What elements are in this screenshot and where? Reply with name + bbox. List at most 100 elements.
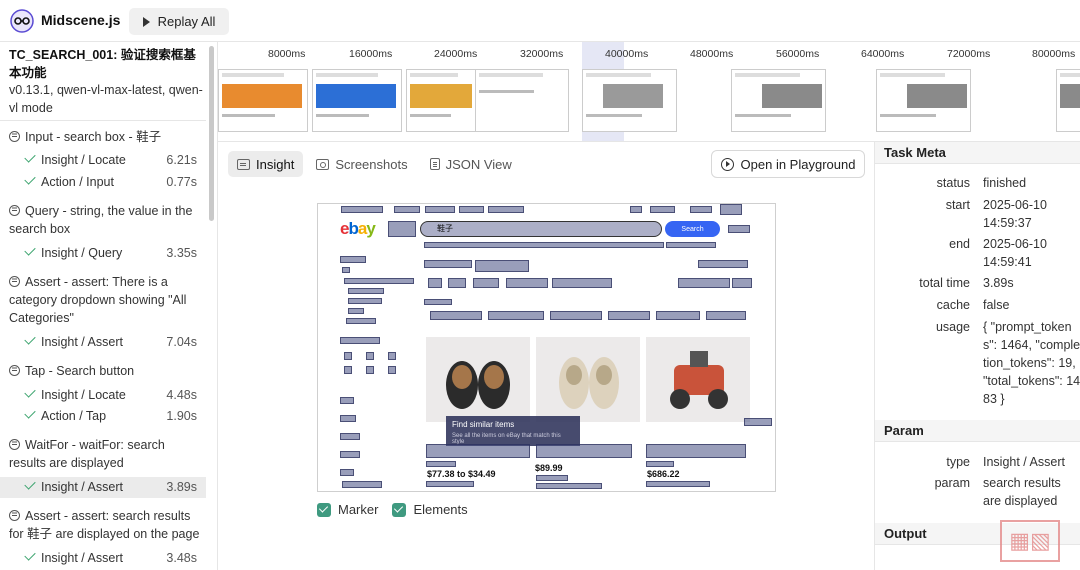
product-image[interactable]	[646, 337, 750, 422]
element-marker[interactable]	[473, 278, 499, 288]
element-marker[interactable]	[646, 461, 674, 467]
element-marker[interactable]	[550, 311, 602, 320]
element-marker[interactable]	[488, 311, 544, 320]
element-marker[interactable]	[342, 267, 350, 273]
element-marker[interactable]	[366, 352, 374, 360]
element-marker[interactable]	[366, 366, 374, 374]
element-marker[interactable]	[650, 206, 675, 213]
elements-checkbox[interactable]: Elements	[392, 502, 468, 517]
element-marker[interactable]	[646, 481, 710, 487]
element-marker[interactable]	[728, 225, 750, 233]
replay-all-button[interactable]: Replay All	[129, 8, 229, 35]
element-marker[interactable]	[720, 204, 742, 215]
element-marker[interactable]	[426, 461, 456, 467]
task-item[interactable]: Assert - assert: search results for 鞋子 a…	[9, 507, 205, 543]
task-item[interactable]: Tap - Search button	[9, 362, 205, 380]
element-marker[interactable]	[340, 397, 354, 404]
element-marker[interactable]	[340, 337, 380, 344]
element-marker[interactable]	[425, 206, 455, 213]
element-marker[interactable]	[342, 481, 382, 488]
element-marker[interactable]	[506, 278, 548, 288]
subtask-item[interactable]: Insight / Assert 7.04s	[0, 332, 206, 353]
product-image[interactable]	[536, 337, 640, 422]
app-name: Midscene.js	[41, 12, 121, 28]
timeline-frame[interactable]	[731, 69, 826, 132]
task-item[interactable]: Input - search box - 鞋子	[9, 128, 205, 146]
timeline-frame[interactable]	[1056, 69, 1080, 132]
subtask-item[interactable]: Action / Input 0.77s	[0, 172, 206, 193]
element-marker[interactable]	[346, 318, 376, 324]
element-marker[interactable]	[744, 418, 772, 426]
element-marker[interactable]	[536, 444, 632, 458]
timeline-frame[interactable]	[406, 69, 476, 132]
subtask-item[interactable]: Insight / Query 3.35s	[0, 243, 206, 264]
timeline-frame[interactable]	[582, 69, 677, 132]
element-marker[interactable]	[340, 469, 354, 476]
element-marker[interactable]	[536, 475, 568, 481]
element-marker[interactable]	[430, 311, 482, 320]
ebay-search-button[interactable]: Search	[665, 221, 720, 237]
element-marker[interactable]	[459, 206, 484, 213]
element-marker[interactable]	[344, 352, 352, 360]
element-marker[interactable]	[630, 206, 642, 213]
element-marker[interactable]	[706, 311, 746, 320]
element-marker[interactable]	[656, 311, 700, 320]
element-marker[interactable]	[340, 451, 360, 458]
element-marker[interactable]	[340, 256, 366, 263]
element-marker[interactable]	[344, 366, 352, 374]
task-item[interactable]: Query - string, the value in the search …	[9, 202, 205, 238]
tab-json-view[interactable]: JSON View	[421, 151, 521, 177]
element-marker[interactable]	[488, 206, 524, 213]
element-marker[interactable]	[340, 415, 356, 422]
ebay-search-input[interactable]: 鞋子	[420, 221, 662, 237]
element-marker[interactable]	[536, 483, 602, 489]
element-marker[interactable]	[448, 278, 466, 288]
task-item[interactable]: WaitFor - waitFor: search results are di…	[9, 436, 205, 472]
element-marker[interactable]	[394, 206, 420, 213]
subtask-item[interactable]: Insight / Locate 4.48s	[0, 385, 206, 406]
timeline-frame[interactable]	[218, 69, 308, 132]
subtask-item-active[interactable]: Insight / Assert 3.89s	[0, 477, 206, 498]
element-marker[interactable]	[388, 366, 396, 374]
element-marker[interactable]	[348, 288, 384, 294]
element-marker[interactable]	[608, 311, 650, 320]
element-marker[interactable]	[646, 444, 746, 458]
element-marker[interactable]	[344, 278, 414, 284]
task-meta-heading: Task Meta	[875, 142, 1080, 164]
find-similar-popup[interactable]: Find similar items See all the items on …	[446, 416, 580, 446]
element-marker[interactable]	[426, 444, 530, 458]
element-marker[interactable]	[666, 242, 716, 248]
element-marker[interactable]	[426, 481, 474, 487]
element-marker[interactable]	[340, 433, 360, 440]
element-marker[interactable]	[388, 221, 416, 237]
element-marker[interactable]	[348, 298, 382, 304]
element-marker[interactable]	[475, 260, 529, 272]
open-in-playground-button[interactable]: Open in Playground	[711, 150, 865, 178]
tab-screenshots[interactable]: Screenshots	[307, 151, 416, 177]
element-marker[interactable]	[424, 242, 664, 248]
element-marker[interactable]	[678, 278, 730, 288]
element-marker[interactable]	[732, 278, 752, 288]
element-marker[interactable]	[348, 308, 364, 314]
element-marker[interactable]	[552, 278, 612, 288]
element-marker[interactable]	[341, 206, 383, 213]
timeline-frame[interactable]	[475, 69, 569, 132]
timeline-frame[interactable]	[876, 69, 971, 132]
element-marker[interactable]	[424, 260, 472, 268]
timeline-frame[interactable]	[312, 69, 402, 132]
element-marker[interactable]	[698, 260, 748, 268]
element-marker[interactable]	[424, 299, 452, 305]
timeline[interactable]: 8000ms 16000ms 24000ms 32000ms 40000ms 4…	[218, 42, 1080, 142]
subtask-item[interactable]: Insight / Locate 6.21s	[0, 150, 206, 171]
element-marker[interactable]	[690, 206, 712, 213]
element-marker[interactable]	[428, 278, 442, 288]
element-marker[interactable]	[388, 352, 396, 360]
timeline-tick: 16000ms	[349, 48, 393, 60]
marker-checkbox[interactable]: Marker	[317, 502, 378, 517]
sidebar-scrollbar[interactable]	[209, 46, 214, 221]
product-image[interactable]	[426, 337, 530, 422]
task-item[interactable]: Assert - assert: There is a category dro…	[9, 273, 205, 327]
subtask-item[interactable]: Action / Tap 1.90s	[0, 406, 206, 427]
subtask-item[interactable]: Insight / Assert 3.48s	[0, 548, 206, 569]
tab-insight[interactable]: Insight	[228, 151, 304, 177]
